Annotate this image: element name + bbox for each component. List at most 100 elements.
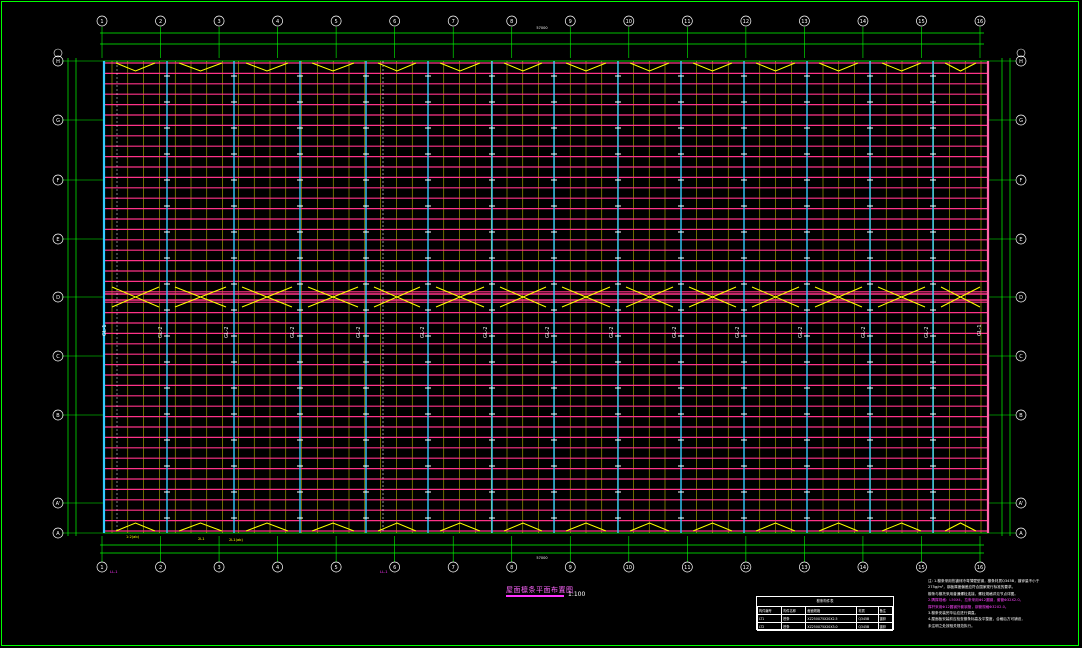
grid-label-top: 1 (100, 19, 103, 25)
building-outline (103, 60, 989, 534)
schedule-header-cell: 备注 (877, 606, 894, 615)
schedule-row: LT2 檩条 XZ250X75X20X3.0 Q345B 镀锌 (756, 622, 894, 631)
grid-label-left: F (57, 178, 60, 184)
grid-label-top: 15 (918, 19, 924, 25)
schedule-title: 檩条构件表 (816, 599, 834, 603)
schedule-header-cell: 构件编号 (756, 606, 783, 615)
rafter-label: GL-2 (420, 326, 426, 338)
grid-label-top: 8 (510, 19, 513, 25)
corner-brace-top (377, 62, 417, 72)
grid-label-bottom: 7 (452, 565, 455, 571)
title-underline (506, 595, 564, 597)
grid-label-right: B (1019, 413, 1023, 419)
rafter-label: GL-2 (672, 326, 678, 338)
grid-label-top: 7 (452, 19, 455, 25)
corner-brace-bottom (439, 522, 481, 532)
grid-label-left: C (56, 354, 60, 360)
rafter-label-end: GL-1 (977, 324, 983, 336)
schedule-cell: LT1 (756, 614, 783, 623)
grid-label-top: 13 (801, 19, 807, 25)
grid-label-right: A (1019, 531, 1023, 537)
schedule-cell: 檩条 (781, 614, 807, 623)
grid-label-bottom: 3 (217, 565, 220, 571)
grid-label-bottom: 14 (860, 565, 866, 571)
schedule-cell: LT2 (756, 622, 783, 631)
grid-label-top: 2 (159, 19, 162, 25)
corner-brace-bottom (629, 522, 670, 532)
bottom-callout: 2L1(ab) (229, 538, 243, 542)
schedule-cell: 檩条 (781, 622, 807, 631)
grid-label-top: 3 (217, 19, 220, 25)
corner-brace-top (881, 62, 922, 72)
schedule-header-cell: 构件名称 (781, 606, 807, 615)
drawing-sheet: 57000 57000 1 1 2 2 3 3 4 4 5 5 6 6 7 7 8 8 9 9 10 10 11 11 12 1… (0, 0, 1082, 648)
red-callout-left: LL-1 (110, 570, 118, 574)
grid-label-right: D (1019, 295, 1023, 301)
corner-brace-bottom (881, 522, 922, 532)
grid-label-top: 4 (276, 19, 279, 25)
grid-label-bottom: 9 (569, 565, 572, 571)
grid-label-left: A' (56, 501, 61, 507)
red-callout-mid: LL-1 (380, 570, 388, 574)
grid-label-bottom: 5 (335, 565, 338, 571)
overall-dimension-top: 57000 (536, 26, 547, 30)
grid-label-top: 16 (977, 19, 983, 25)
corner-brace-bottom (245, 522, 289, 532)
schedule-grid: 构件编号 构件名称 截面规格 材质 备注 LT1 檩条 XZ250X75X20X… (756, 606, 894, 631)
grid-label-bottom: 12 (743, 565, 749, 571)
corner-brace-bottom (178, 522, 223, 532)
drawing-scale: 1:100 (568, 591, 586, 598)
schedule-cell: 镀锌 (877, 622, 894, 631)
rafter-label: GL-2 (158, 326, 164, 338)
rafter-label: GL-2 (356, 326, 362, 338)
grid-label-bottom: 16 (977, 565, 983, 571)
grid-label-right: E (1019, 237, 1022, 243)
corner-brace-top (245, 62, 289, 72)
rafter-label: GL-2 (224, 326, 230, 338)
grid-label-top: 12 (743, 19, 749, 25)
grid-label-bottom: 15 (918, 565, 924, 571)
grid-label-bottom: 10 (626, 565, 632, 571)
rafter-label: GL-2 (483, 326, 489, 338)
corner-brace-bottom (377, 522, 417, 532)
corner-brace-top (178, 62, 223, 72)
grid-label-bottom: 1 (100, 565, 103, 571)
drawing-title: 屋面檩条平面布置图 (506, 586, 574, 594)
grid-label-left: H (56, 59, 60, 65)
grid-label-bottom: 4 (276, 565, 279, 571)
rafter-label: GL-2 (924, 326, 930, 338)
grid-label-top: 5 (335, 19, 338, 25)
grid-label-top: 9 (569, 19, 572, 25)
corner-brace-top (115, 62, 156, 72)
rafter-label: GL-2 (861, 326, 867, 338)
general-notes: 注: 1.檩条采用热镀锌冷弯薄壁型钢，檩条材质Q345B，镀锌量不小于 275g… (928, 578, 1076, 644)
corner-brace-top (439, 62, 481, 72)
roof-purlin-plan: 5700057000 11223344556677889910101111121… (52, 15, 1027, 574)
grid-label-bottom: 6 (393, 565, 396, 571)
grid-label-top: 14 (860, 19, 866, 25)
grid-label-right: H (1019, 59, 1023, 65)
grid-label-left: B (56, 413, 60, 419)
schedule-cell: XZ250X75X20X2.5 (805, 614, 858, 623)
schedule-cell: 镀锌 (877, 614, 894, 623)
schedule-row: LT1 檩条 XZ250X75X20X2.5 Q345B 镀锌 (756, 614, 894, 623)
bottom-callout: 2L1 (198, 537, 205, 541)
rafter-label: GL-2 (735, 326, 741, 338)
corner-brace-bottom (115, 522, 156, 532)
grid-label-bottom: 13 (801, 565, 807, 571)
schedule-cell: XZ250X75X20X3.0 (805, 622, 858, 631)
grid-label-bottom: 2 (159, 565, 162, 571)
grid-label-left: D (56, 295, 60, 301)
grid-label-right: G (1019, 118, 1023, 124)
bottom-callout: 1:2(ab) (126, 535, 140, 539)
grid-label-bottom: 8 (510, 565, 513, 571)
overall-dimension-bottom: 57000 (536, 556, 547, 560)
grid-label-bottom: 11 (684, 565, 690, 571)
note-line: 未注明之处按相关规范执行。 (928, 623, 975, 628)
schedule-header-cell: 材质 (856, 606, 879, 615)
grid-label-top: 10 (626, 19, 632, 25)
corner-brace-top (818, 62, 859, 72)
structure-lines (102, 60, 990, 534)
schedule-header-row: 构件编号 构件名称 截面规格 材质 备注 (756, 606, 894, 615)
grid-label-top: 6 (393, 19, 396, 25)
